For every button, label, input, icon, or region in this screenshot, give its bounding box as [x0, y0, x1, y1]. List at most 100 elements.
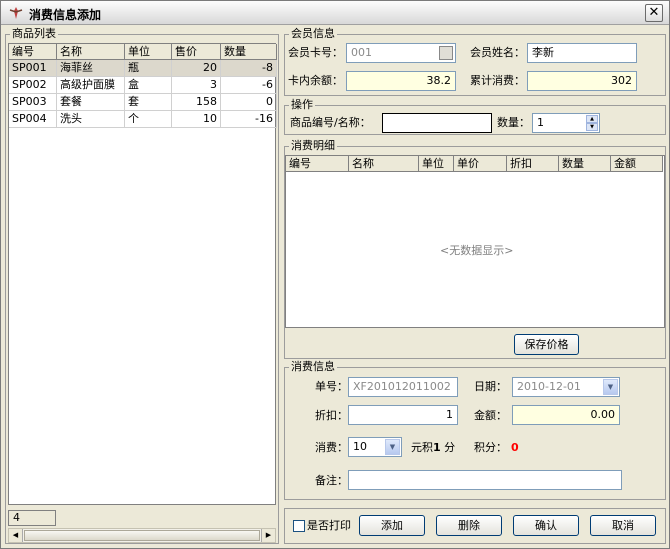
product-list-group: 商品列表 编号 名称 单位 售价 数量 SP001 海菲丝 瓶 20 -8 SP…	[5, 27, 279, 544]
cell: 20	[172, 60, 221, 77]
table-row[interactable]: SP001 海菲丝 瓶 20 -8	[9, 60, 277, 77]
cell: -16	[221, 111, 277, 128]
cell: 158	[172, 94, 221, 111]
consume-select[interactable]: 10 ▼	[348, 437, 402, 457]
quantity-stepper[interactable]: 1 ▲ ▼	[532, 113, 600, 133]
cell: SP002	[9, 77, 57, 94]
col-qty[interactable]: 数量	[221, 44, 277, 59]
operation-group: 操作 商品编号/名称： 数量： 1 ▲ ▼	[284, 98, 666, 135]
col-amount[interactable]: 金额	[611, 156, 663, 171]
horizontal-scrollbar[interactable]: ◀ ▶	[8, 528, 276, 543]
cell: 瓶	[125, 60, 172, 77]
order-number-label: 单号：	[315, 380, 348, 393]
cancel-button[interactable]: 取消	[590, 515, 656, 536]
amount-label: 金额：	[474, 409, 507, 422]
cell: 10	[172, 111, 221, 128]
balance-field[interactable]: 38.2	[346, 71, 456, 91]
consume-value: 10	[353, 440, 367, 453]
note-label: 备注：	[315, 474, 348, 487]
order-number-field[interactable]: XF201012011002	[348, 377, 458, 397]
consume-info-group: 消费信息 单号： XF201012011002 日期： 2010-12-01 ▼ …	[284, 360, 666, 500]
member-name-field[interactable]: 李新	[527, 43, 637, 63]
title-bar: 消费信息添加 ✕	[1, 1, 669, 25]
card-browse-button[interactable]	[439, 46, 453, 60]
cell: 盒	[125, 77, 172, 94]
yuan-points-label: 元积1 分	[411, 441, 456, 454]
table-row[interactable]: SP003 套餐 套 158 0	[9, 94, 277, 111]
cell: 3	[172, 77, 221, 94]
stepper-up-icon[interactable]: ▲	[586, 115, 598, 123]
col-qty[interactable]: 数量	[559, 156, 611, 171]
col-unit[interactable]: 单位	[419, 156, 454, 171]
points-value: 0	[511, 441, 519, 454]
table-row[interactable]: SP002 高级护面膜 盒 3 -6	[9, 77, 277, 94]
cell: 高级护面膜	[57, 77, 125, 94]
date-label: 日期：	[474, 380, 507, 393]
col-unit[interactable]: 单位	[125, 44, 172, 59]
empty-placeholder: <无数据显示>	[440, 244, 514, 257]
add-button[interactable]: 添加	[359, 515, 425, 536]
confirm-button[interactable]: 确认	[513, 515, 579, 536]
col-discount[interactable]: 折扣	[507, 156, 559, 171]
col-price[interactable]: 售价	[172, 44, 221, 59]
cell: SP003	[9, 94, 57, 111]
product-grid-header: 编号 名称 单位 售价 数量	[9, 44, 277, 60]
discount-label: 折扣：	[315, 409, 348, 422]
amount-field[interactable]: 0.00	[512, 405, 620, 425]
quantity-value: 1	[537, 116, 544, 129]
cell: 个	[125, 111, 172, 128]
table-row[interactable]: SP004 洗头 个 10 -16	[9, 111, 277, 128]
stepper-down-icon[interactable]: ▼	[586, 123, 598, 131]
card-number-field[interactable]: 001	[346, 43, 456, 63]
member-info-label: 会员信息	[289, 27, 337, 41]
col-code[interactable]: 编号	[9, 44, 57, 59]
close-button[interactable]: ✕	[645, 4, 663, 22]
discount-field[interactable]: 1	[348, 405, 458, 425]
detail-group: 消费明细 编号 名称 单位 单价 折扣 数量 金额 <无数据显示> 保存价格	[284, 139, 666, 359]
detail-label: 消费明细	[289, 139, 337, 153]
cell: SP004	[9, 111, 57, 128]
total-consume-label: 累计消费：	[470, 74, 525, 87]
col-name[interactable]: 名称	[349, 156, 419, 171]
note-field[interactable]	[348, 470, 622, 490]
chevron-down-icon[interactable]: ▼	[603, 379, 618, 395]
member-name-label: 会员姓名：	[470, 46, 525, 59]
product-list-label: 商品列表	[10, 27, 58, 41]
print-label: 是否打印	[307, 519, 351, 532]
scroll-left-icon[interactable]: ◀	[9, 529, 23, 542]
detail-grid-header: 编号 名称 单位 单价 折扣 数量 金额	[286, 156, 663, 172]
points-label: 积分：	[474, 441, 507, 454]
detail-grid: 编号 名称 单位 单价 折扣 数量 金额 <无数据显示>	[285, 155, 665, 328]
save-price-button[interactable]: 保存价格	[514, 334, 579, 355]
app-icon	[9, 7, 23, 19]
balance-label: 卡内余额：	[288, 74, 343, 87]
consume-info-label: 消费信息	[289, 360, 337, 374]
col-price[interactable]: 单价	[454, 156, 507, 171]
close-icon: ✕	[648, 5, 660, 20]
window-title: 消费信息添加	[29, 8, 102, 22]
record-count: 4	[8, 510, 56, 526]
product-code-input[interactable]	[382, 113, 492, 133]
chevron-down-icon[interactable]: ▼	[385, 439, 400, 455]
col-code[interactable]: 编号	[286, 156, 349, 171]
scroll-thumb[interactable]	[24, 530, 260, 541]
scroll-right-icon[interactable]: ▶	[261, 529, 275, 542]
footer-group: 是否打印 添加 删除 确认 取消	[284, 508, 666, 544]
cell: 套餐	[57, 94, 125, 111]
date-value: 2010-12-01	[517, 380, 581, 393]
delete-button[interactable]: 删除	[436, 515, 502, 536]
operation-label: 操作	[289, 98, 315, 112]
cell: -8	[221, 60, 277, 77]
member-info-group: 会员信息 会员卡号： 001 会员姓名： 李新 卡内余额： 38.2 累计消费：…	[284, 27, 666, 96]
card-number-label: 会员卡号：	[288, 46, 343, 59]
quantity-label: 数量：	[497, 116, 530, 129]
print-checkbox[interactable]	[293, 520, 305, 532]
date-picker[interactable]: 2010-12-01 ▼	[512, 377, 620, 397]
product-grid: 编号 名称 单位 售价 数量 SP001 海菲丝 瓶 20 -8 SP002 高…	[8, 43, 277, 505]
col-name[interactable]: 名称	[57, 44, 125, 59]
cell: 洗头	[57, 111, 125, 128]
cell: 海菲丝	[57, 60, 125, 77]
total-consume-field[interactable]: 302	[527, 71, 637, 91]
cell: 0	[221, 94, 277, 111]
cell: -6	[221, 77, 277, 94]
